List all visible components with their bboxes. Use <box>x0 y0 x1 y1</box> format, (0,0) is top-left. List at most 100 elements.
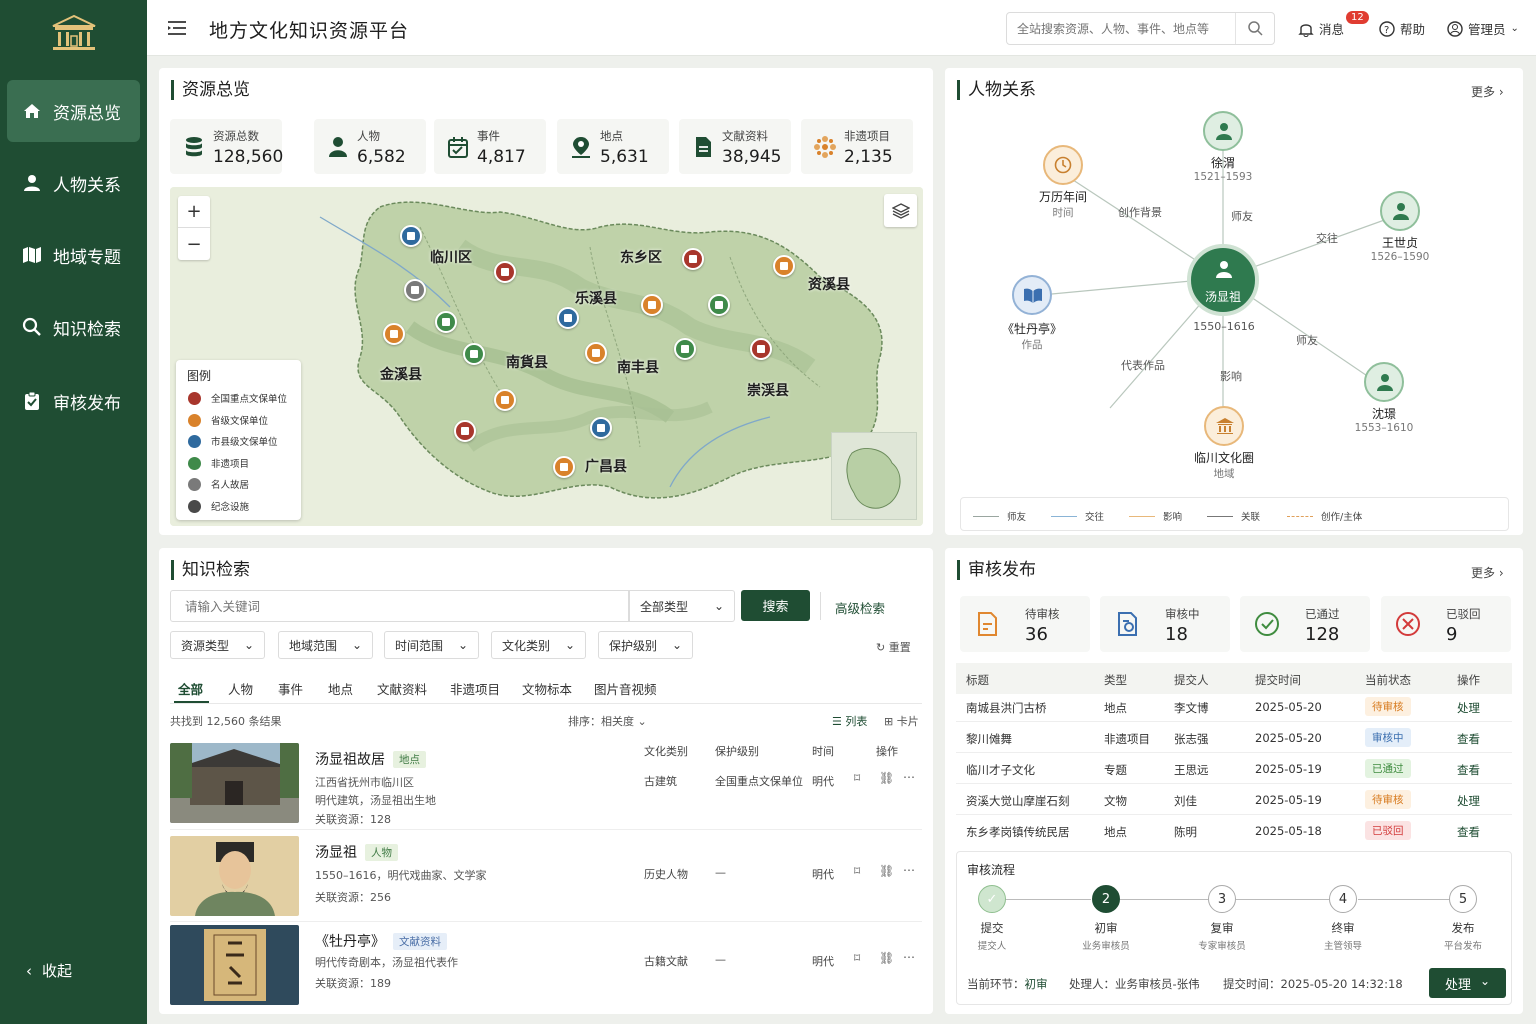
tab-all[interactable]: 全部 <box>178 679 203 698</box>
type-select[interactable]: 全部类型 ⌄ <box>629 590 735 622</box>
review-more-link[interactable]: 更多 › <box>1471 564 1504 581</box>
result-item[interactable]: 汤显祖 人物 1550–1616，明代戏曲家、文学家 关联资源：256 历史人物 … <box>170 836 922 918</box>
view-list-toggle[interactable]: ☰ 列表 <box>832 713 867 729</box>
filter-culture[interactable]: 文化类别 ⌄ <box>491 631 586 659</box>
person-node-icon[interactable] <box>1380 191 1420 231</box>
temple-icon[interactable] <box>1204 406 1244 446</box>
map-marker[interactable] <box>585 342 607 364</box>
tab-media[interactable]: 图片音视频 <box>594 679 657 698</box>
sort-select[interactable]: 排序：相关度 ⌄ <box>568 713 647 729</box>
status-card-rejected[interactable]: 已驳回 9 <box>1381 596 1511 652</box>
minimap[interactable] <box>831 432 917 520</box>
person-node-icon[interactable] <box>1203 111 1243 151</box>
table-row[interactable]: 东乡孝岗镇传统民居 地点 陈明 2025-05-18 已驳回 查看 <box>956 815 1512 846</box>
map-marker[interactable] <box>682 248 704 270</box>
chevron-down-icon[interactable]: ⌄ <box>1480 974 1490 988</box>
filter-protection[interactable]: 保护级别 ⌄ <box>598 631 693 659</box>
sidebar-item-review[interactable]: 审核发布 <box>7 370 140 432</box>
table-row[interactable]: 黎川傩舞 非遗项目 张志强 2025-05-20 审核中 查看 <box>956 722 1512 753</box>
center-person-node[interactable]: 汤显祖 <box>1187 244 1259 316</box>
tab-people[interactable]: 人物 <box>228 679 253 698</box>
reset-button[interactable]: ↻ 重置 <box>876 639 911 655</box>
map-marker[interactable] <box>708 294 730 316</box>
status-card-reviewing[interactable]: 审核中 18 <box>1100 596 1230 652</box>
filter-resource-type[interactable]: 资源类型 ⌄ <box>170 631 265 659</box>
tab-places[interactable]: 地点 <box>328 679 353 698</box>
row-action-link[interactable]: 处理 <box>1457 793 1480 809</box>
cell-type: 地点 <box>1104 701 1127 715</box>
map-marker[interactable] <box>557 307 579 329</box>
result-item[interactable]: 汤显祖故居 地点 江西省抚州市临川区 明代建筑，汤显祖出生地 关联资源：128 古… <box>170 743 922 826</box>
bookmark-icon[interactable]: ⌑ <box>854 951 860 965</box>
chevron-down-icon: ⌄ <box>671 638 682 652</box>
row-action-link[interactable]: 查看 <box>1457 824 1480 840</box>
map-marker[interactable] <box>674 338 696 360</box>
table-row[interactable]: 南城县洪门古桥 地点 李文博 2025-05-20 待审核 处理 <box>956 691 1512 722</box>
map-marker[interactable] <box>750 338 772 360</box>
filter-time[interactable]: 时间范围 ⌄ <box>384 631 479 659</box>
bookmark-icon[interactable]: ⌑ <box>854 771 860 785</box>
map-marker[interactable] <box>494 261 516 283</box>
tab-documents[interactable]: 文献资料 <box>377 679 427 698</box>
sidebar-item-region[interactable]: 地域专题 <box>7 224 140 286</box>
cell-submitter: 张志强 <box>1174 732 1209 746</box>
tab-events[interactable]: 事件 <box>278 679 303 698</box>
book-icon[interactable] <box>1012 275 1052 315</box>
tab-heritage[interactable]: 非遗项目 <box>450 679 500 698</box>
sidebar-item-search[interactable]: 知识检索 <box>7 296 140 358</box>
advanced-search-link[interactable]: 高级检索 <box>835 598 885 617</box>
zoom-in-button[interactable]: + <box>178 196 210 228</box>
link-icon[interactable]: ⛓ <box>879 864 894 878</box>
map-marker[interactable] <box>404 279 426 301</box>
bookmark-icon[interactable]: ⌑ <box>854 864 860 878</box>
tab-artifacts[interactable]: 文物标本 <box>522 679 572 698</box>
help-button[interactable]: ? 帮助 <box>1379 19 1425 38</box>
status-card-passed[interactable]: 已通过 128 <box>1240 596 1370 652</box>
search-submit-button[interactable]: 搜索 <box>741 590 810 621</box>
row-action-link[interactable]: 查看 <box>1457 762 1480 778</box>
status-card-pending[interactable]: 待审核 36 <box>960 596 1090 652</box>
process-button[interactable]: 处理 <box>1429 968 1506 998</box>
sidebar-item-relations[interactable]: 人物关系 <box>7 152 140 214</box>
map-marker[interactable] <box>641 294 663 316</box>
map-marker[interactable] <box>553 456 575 478</box>
table-row[interactable]: 临川才子文化 专题 王思远 2025-05-19 已通过 查看 <box>956 753 1512 784</box>
map-marker[interactable] <box>400 225 422 247</box>
table-row[interactable]: 资溪大觉山摩崖石刻 文物 刘佳 2025-05-19 待审核 处理 <box>956 784 1512 815</box>
keyword-input[interactable] <box>170 590 629 622</box>
flow-connector <box>1358 899 1449 900</box>
result-title[interactable]: 《牡丹亭》 <box>315 931 385 951</box>
row-action-link[interactable]: 处理 <box>1457 700 1480 716</box>
more-icon[interactable]: ⋯ <box>903 770 915 784</box>
zoom-out-button[interactable]: − <box>178 228 210 260</box>
user-menu[interactable]: 管理员 ⌄ <box>1447 19 1519 38</box>
menu-icon[interactable] <box>168 20 186 36</box>
view-card-toggle[interactable]: ⊞ 卡片 <box>884 713 919 729</box>
link-icon[interactable]: ⛓ <box>879 951 894 965</box>
collapse-button[interactable]: ‹ 收起 <box>26 960 72 981</box>
center-person-name: 汤显祖 <box>1204 290 1241 304</box>
result-title[interactable]: 汤显祖故居 <box>315 749 385 769</box>
stat-value: 128,560 <box>213 147 284 167</box>
more-icon[interactable]: ⋯ <box>903 950 915 964</box>
sidebar-item-overview[interactable]: 资源总览 <box>7 80 140 142</box>
search-button[interactable] <box>1235 13 1275 44</box>
map-marker[interactable] <box>454 420 476 442</box>
map-marker[interactable] <box>590 417 612 439</box>
row-action-link[interactable]: 查看 <box>1457 731 1480 747</box>
link-icon[interactable]: ⛓ <box>879 771 894 785</box>
messages-button[interactable]: 消息 <box>1298 19 1344 38</box>
map-marker[interactable] <box>463 343 485 365</box>
filter-region[interactable]: 地域范围 ⌄ <box>278 631 373 659</box>
person-node-icon[interactable] <box>1364 362 1404 402</box>
result-title[interactable]: 汤显祖 <box>315 842 357 862</box>
result-item[interactable]: 《牡丹亭》 文献资料 明代传奇剧本，汤显祖代表作 关联资源：189 古籍文献 — … <box>170 925 922 1005</box>
map-marker[interactable] <box>773 255 795 277</box>
map-marker[interactable] <box>494 389 516 411</box>
map-marker[interactable] <box>383 323 405 345</box>
more-icon[interactable]: ⋯ <box>903 863 915 877</box>
layers-button[interactable] <box>884 194 917 227</box>
result-count: 共找到 12,560 条结果 <box>170 715 282 728</box>
clock-icon[interactable] <box>1043 145 1083 185</box>
map-marker[interactable] <box>435 311 457 333</box>
